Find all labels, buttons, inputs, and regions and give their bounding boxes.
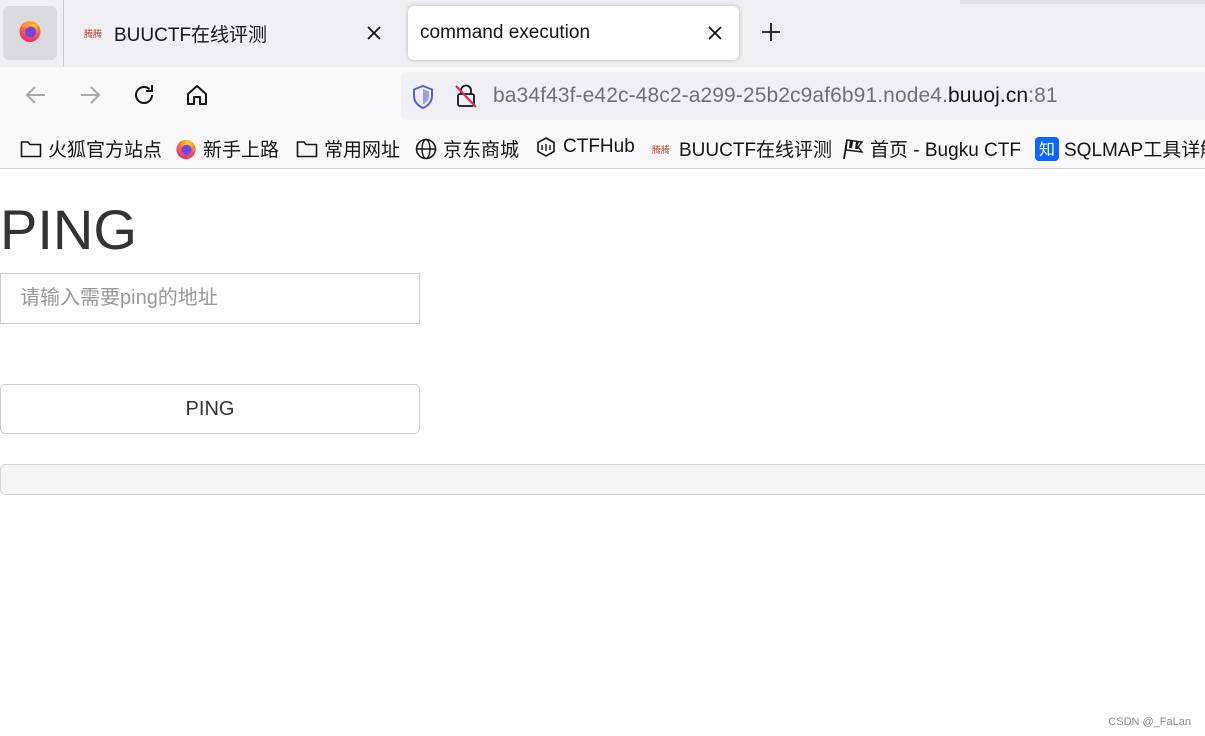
bookmark-label: SQLMAP工具详解	[1064, 140, 1205, 161]
svg-text:知: 知	[1039, 140, 1055, 159]
navigation-toolbar: ba34f43f-e42c-48c2-a299-25b2c9af6b91.nod…	[0, 67, 1205, 125]
page-title: PING	[0, 198, 137, 261]
tab-strip-edge	[960, 0, 1205, 4]
bookmark-label: BUUCTF在线评测	[679, 140, 833, 161]
forward-arrow-icon	[78, 83, 102, 112]
home-icon	[185, 83, 209, 112]
tab-title: BUUCTF在线评测	[114, 24, 268, 46]
checkered-flag-icon	[841, 137, 865, 161]
insecure-connection-icon[interactable]	[453, 83, 479, 114]
back-button[interactable]	[20, 81, 52, 113]
url-host: buuoj.cn	[948, 84, 1029, 107]
bookmark-getting-started[interactable]: 新手上路	[174, 135, 279, 162]
address-bar[interactable]: ba34f43f-e42c-48c2-a299-25b2c9af6b91.nod…	[401, 72, 1205, 120]
bookmark-ctfhub[interactable]: CTFHub	[534, 135, 635, 159]
plus-icon	[761, 22, 781, 47]
folder-icon	[19, 137, 43, 161]
bookmark-label: 首页 - Bugku CTF	[870, 140, 1021, 161]
ip-address-input[interactable]	[0, 273, 420, 324]
bookmark-label: 京东商城	[443, 140, 520, 161]
bookmarks-toolbar: 火狐官方站点 新手上路 常用网址 京东商城 CTFHub 腾腾 BUUCTF在线…	[0, 125, 1205, 169]
bookmark-label: 火狐官方站点	[48, 140, 163, 161]
url-text[interactable]: ba34f43f-e42c-48c2-a299-25b2c9af6b91.nod…	[493, 84, 1058, 108]
bookmark-sqlmap[interactable]: 知 SQLMAP工具详解	[1035, 135, 1205, 162]
url-port: :81	[1028, 84, 1058, 107]
svg-text:腾腾: 腾腾	[84, 28, 102, 40]
firefox-view-button[interactable]	[3, 6, 57, 60]
tracking-protection-shield-icon[interactable]	[411, 84, 435, 115]
home-button[interactable]	[181, 81, 213, 113]
csdn-watermark: CSDN @_FaLan	[1108, 716, 1191, 728]
tab-buuctf[interactable]: 腾腾 BUUCTF在线评测	[72, 6, 398, 60]
close-tab-icon[interactable]	[362, 21, 386, 45]
firefox-icon	[174, 137, 198, 161]
folder-icon	[295, 137, 319, 161]
bookmark-jd[interactable]: 京东商城	[414, 135, 519, 162]
forward-button[interactable]	[74, 81, 106, 113]
bookmark-common-sites[interactable]: 常用网址	[295, 135, 400, 162]
bookmark-bugku[interactable]: 首页 - Bugku CTF	[841, 135, 1021, 162]
bookmark-buuctf[interactable]: 腾腾 BUUCTF在线评测	[650, 135, 832, 162]
ctfhub-icon	[534, 135, 558, 159]
close-tab-icon[interactable]	[703, 21, 727, 45]
zhihu-icon: 知	[1035, 136, 1059, 161]
back-arrow-icon	[24, 83, 48, 112]
reload-button[interactable]	[128, 81, 160, 113]
ping-result-output	[0, 464, 1205, 495]
reload-icon	[132, 83, 156, 112]
tab-strip-divider	[63, 0, 64, 67]
bookmark-firefox-official[interactable]: 火狐官方站点	[19, 135, 162, 162]
ping-button[interactable]: PING	[0, 384, 420, 434]
bookmark-label: 新手上路	[203, 140, 280, 161]
tab-title: command execution	[420, 22, 591, 43]
globe-icon	[414, 137, 438, 161]
page-content: PING PING CSDN @_FaLan	[0, 170, 1205, 736]
url-prefix: ba34f43f-e42c-48c2-a299-25b2c9af6b91.nod…	[493, 84, 948, 107]
bookmark-label: 常用网址	[324, 140, 401, 161]
buuctf-logo-icon: 腾腾	[650, 137, 674, 161]
new-tab-button[interactable]	[756, 19, 786, 49]
tab-strip: 腾腾 BUUCTF在线评测 command execution	[0, 0, 1205, 67]
svg-text:腾腾: 腾腾	[652, 144, 670, 156]
buuctf-logo-icon: 腾腾	[84, 23, 104, 43]
firefox-icon	[18, 19, 42, 48]
bookmark-label: CTFHub	[563, 136, 635, 157]
tab-command-execution[interactable]: command execution	[408, 6, 739, 60]
